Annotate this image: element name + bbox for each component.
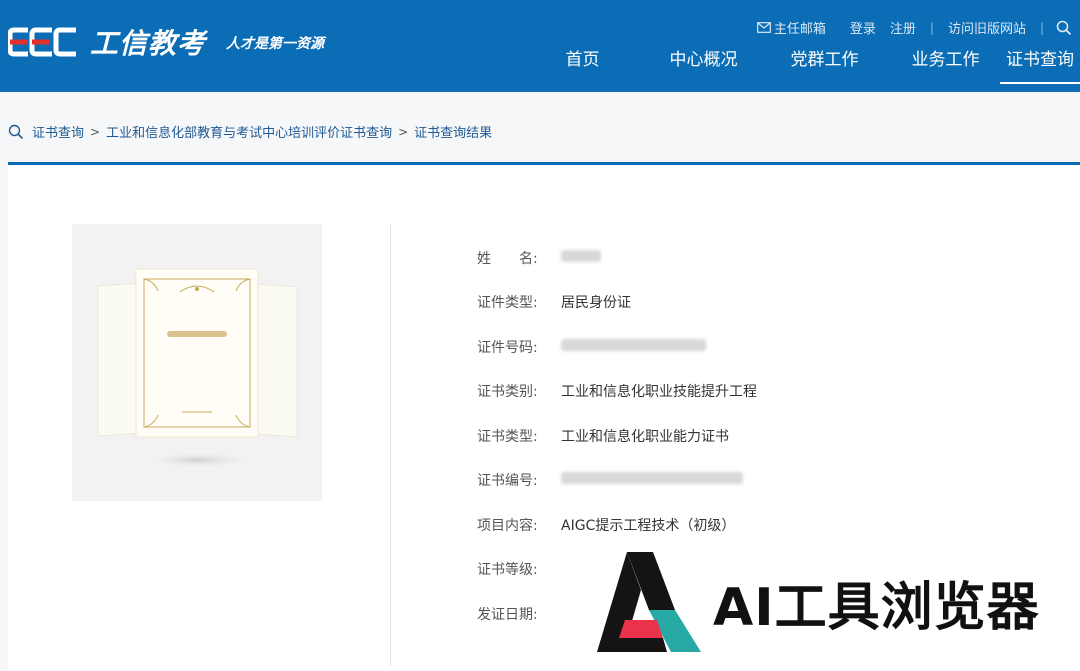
search-icon <box>8 124 24 140</box>
field-label: 证件号码: <box>477 340 538 356</box>
field-label: 证书类别: <box>477 384 538 400</box>
field-project-content: 项目内容: AIGC提示工程技术（初级） <box>477 515 735 535</box>
field-value: 居民身份证 <box>561 295 631 311</box>
search-icon <box>1056 20 1072 35</box>
field-id-type: 证件类型: 居民身份证 <box>477 292 631 312</box>
breadcrumb-item[interactable]: 证书查询 <box>32 122 84 141</box>
main-nav: 首页 中心概况 党群工作 业务工作 证书查询 <box>522 48 1080 84</box>
watermark-text: AI工具浏览器 <box>713 577 1040 638</box>
nav-home[interactable]: 首页 <box>522 48 643 84</box>
breadcrumb-item[interactable]: 工业和信息化部教育与考试中心培训评价证书查询 <box>106 122 392 141</box>
watermark: AI工具浏览器 <box>597 550 1040 654</box>
top-links: 主任邮箱 登录 注册 | 访问旧版网站 | <box>743 18 1072 37</box>
field-value: AIGC提示工程技术（初级） <box>561 518 736 534</box>
nav-business[interactable]: 业务工作 <box>885 48 1006 84</box>
field-value-redacted <box>561 250 601 266</box>
ai-logo-icon <box>597 552 701 652</box>
chevron-right-icon: > <box>398 124 409 139</box>
nav-about[interactable]: 中心概况 <box>643 48 764 84</box>
separator: | <box>1039 20 1044 35</box>
breadcrumb: 证书查询 > 工业和信息化部教育与考试中心培训评价证书查询 > 证书查询结果 <box>8 122 492 141</box>
field-cert-level: 证书等级: <box>477 559 561 579</box>
field-cert-number: 证书编号: <box>477 470 743 490</box>
field-name: 姓 名: <box>477 248 601 268</box>
brand-slogan: 人才是第一资源 <box>226 36 325 52</box>
login-link[interactable]: 登录 <box>850 18 876 37</box>
field-id-number: 证件号码: <box>477 337 706 357</box>
field-issue-date: 发证日期: <box>477 604 561 624</box>
field-value: 工业和信息化职业技能提升工程 <box>561 384 757 400</box>
brand-name: 工信教考 <box>90 27 207 60</box>
register-link[interactable]: 注册 <box>890 18 916 37</box>
field-label: 证书编号: <box>477 473 538 489</box>
divider-vertical <box>390 224 391 666</box>
certificate-image <box>72 224 322 501</box>
field-label: 发证日期: <box>477 607 538 623</box>
separator: | <box>929 20 934 35</box>
site-header: 工信教考 人才是第一资源 主任邮箱 登录 注册 | 访问旧版网站 | 首页 中心… <box>0 0 1080 92</box>
search-button[interactable] <box>1056 20 1072 36</box>
nav-certificate-query[interactable]: 证书查询 <box>1000 48 1080 84</box>
field-value-redacted <box>561 472 743 488</box>
field-label: 证书等级: <box>477 562 538 578</box>
field-cert-category: 证书类别: 工业和信息化职业技能提升工程 <box>477 381 757 401</box>
breadcrumb-item[interactable]: 证书查询结果 <box>414 122 492 141</box>
nav-party[interactable]: 党群工作 <box>764 48 885 84</box>
field-cert-type: 证书类型: 工业和信息化职业能力证书 <box>477 426 729 446</box>
old-site-link[interactable]: 访问旧版网站 <box>948 18 1026 37</box>
field-value-redacted <box>561 339 706 355</box>
site-logo[interactable]: 工信教考 人才是第一资源 <box>8 22 324 62</box>
mail-icon <box>756 22 771 33</box>
field-label: 证书类型: <box>477 429 538 445</box>
cec-logo-icon <box>8 24 80 60</box>
field-label: 姓 名: <box>477 251 538 267</box>
field-label: 证件类型: <box>477 295 538 311</box>
field-value: 工业和信息化职业能力证书 <box>561 429 729 445</box>
director-mailbox-link[interactable]: 主任邮箱 <box>756 18 826 37</box>
chevron-right-icon: > <box>90 124 101 139</box>
field-label: 项目内容: <box>477 518 538 534</box>
mail-label: 主任邮箱 <box>773 22 826 37</box>
